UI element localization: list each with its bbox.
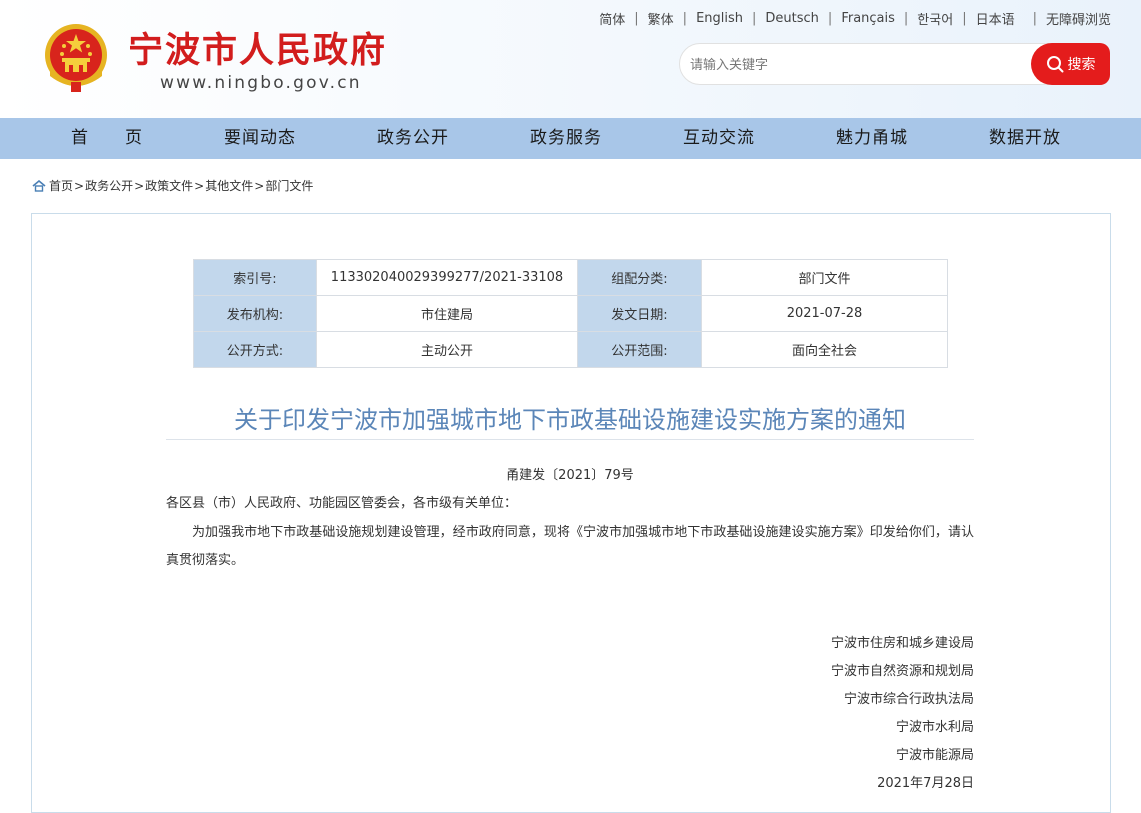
signatory: 宁波市住房和城乡建设局 xyxy=(830,636,974,651)
signatory: 宁波市水利局 xyxy=(895,720,974,735)
meta-key: 索引号: xyxy=(193,259,317,296)
document-number: 甬建发〔2021〕79号 xyxy=(506,468,634,483)
separator: | xyxy=(752,11,757,26)
table-row: 公开方式: 主动公开 公开范围: 面向全社会 xyxy=(193,331,948,368)
separator: | xyxy=(903,11,909,26)
accessibility-link[interactable]: 无障碍浏览 xyxy=(1046,9,1111,28)
separator: | xyxy=(962,11,967,26)
meta-key: 发布机构: xyxy=(193,295,317,332)
lang-german[interactable]: Deutsch xyxy=(765,11,819,26)
search-button-label: 搜索 xyxy=(1067,57,1096,73)
nav-item-open-data[interactable]: 数据开放 xyxy=(960,118,1090,159)
lang-japanese[interactable]: 日本语 xyxy=(976,9,1015,28)
home-icon xyxy=(32,179,46,192)
document-body: 为加强我市地下市政基础设施规划建设管理，经市政府同意，现将《宁波市加强城市地下市… xyxy=(166,525,974,568)
nav-item-gov-affairs[interactable]: 政务公开 xyxy=(348,118,478,159)
breadcrumb: 首页 > 政务公开 > 政策文件 > 其他文件 > 部门文件 xyxy=(32,177,313,194)
document-meta-table: 索引号: 113302040029399277/2021-33108 组配分类:… xyxy=(193,259,948,368)
nav-item-interaction[interactable]: 互动交流 xyxy=(654,118,784,159)
breadcrumb-other-docs[interactable]: 其他文件 xyxy=(205,177,253,194)
meta-value: 主动公开 xyxy=(316,331,578,368)
meta-key: 公开方式: xyxy=(193,331,317,368)
table-row: 索引号: 113302040029399277/2021-33108 组配分类:… xyxy=(193,259,948,296)
nav-item-news[interactable]: 要闻动态 xyxy=(195,118,325,159)
separator: | xyxy=(1032,11,1037,26)
signatory: 宁波市综合行政执法局 xyxy=(843,692,974,707)
search-box: 搜索 xyxy=(679,43,1110,85)
meta-value: 部门文件 xyxy=(701,259,948,296)
nav-item-services[interactable]: 政务服务 xyxy=(501,118,631,159)
separator: | xyxy=(682,11,688,26)
breadcrumb-separator: > xyxy=(254,178,265,193)
breadcrumb-separator: > xyxy=(134,178,145,193)
lang-simplified[interactable]: 简体 xyxy=(599,9,625,28)
separator: | xyxy=(827,11,833,26)
breadcrumb-gov-affairs[interactable]: 政务公开 xyxy=(85,177,133,194)
breadcrumb-dept-docs[interactable]: 部门文件 xyxy=(265,177,313,194)
meta-key: 组配分类: xyxy=(577,259,702,296)
meta-key: 公开范围: xyxy=(577,331,702,368)
meta-value: 市住建局 xyxy=(316,295,578,332)
signatory: 宁波市自然资源和规划局 xyxy=(830,664,974,679)
search-icon xyxy=(1046,56,1063,73)
national-emblem-icon xyxy=(45,24,107,92)
main-nav: 首 页 要闻动态 政务公开 政务服务 互动交流 魅力甬城 数据开放 xyxy=(0,118,1141,159)
language-bar: 简体 | 繁体 | English | Deutsch | Français |… xyxy=(599,9,1111,28)
meta-value: 面向全社会 xyxy=(701,331,948,368)
breadcrumb-policy-docs[interactable]: 政策文件 xyxy=(145,177,193,194)
site-url[interactable]: www.ningbo.gov.cn xyxy=(160,73,362,93)
nav-item-home[interactable]: 首 页 xyxy=(42,118,172,159)
lang-korean[interactable]: 한국어 xyxy=(917,9,953,28)
lang-traditional[interactable]: 繁体 xyxy=(648,9,674,28)
lang-english[interactable]: English xyxy=(696,11,743,26)
document-date: 2021年7月28日 xyxy=(877,776,974,791)
search-input[interactable] xyxy=(688,53,1022,77)
site-header: 宁波市人民政府 www.ningbo.gov.cn 简体 | 繁体 | Engl… xyxy=(0,0,1141,118)
nav-item-city[interactable]: 魅力甬城 xyxy=(807,118,937,159)
document-addressee: 各区县（市）人民政府、功能园区管委会，各市级有关单位： xyxy=(166,496,518,511)
breadcrumb-home[interactable]: 首页 xyxy=(49,177,73,194)
separator: | xyxy=(634,11,639,26)
meta-value: 2021-07-28 xyxy=(701,295,948,332)
document-title: 关于印发宁波市加强城市地下市政基础设施建设实施方案的通知 xyxy=(234,406,906,434)
signatory: 宁波市能源局 xyxy=(895,748,974,763)
meta-key: 发文日期: xyxy=(577,295,702,332)
lang-french[interactable]: Français xyxy=(841,11,895,26)
search-button[interactable]: 搜索 xyxy=(1031,43,1110,85)
breadcrumb-separator: > xyxy=(194,178,205,193)
title-divider xyxy=(166,439,974,440)
breadcrumb-separator: > xyxy=(74,178,85,193)
table-row: 发布机构: 市住建局 发文日期: 2021-07-28 xyxy=(193,295,948,332)
meta-value: 113302040029399277/2021-33108 xyxy=(316,259,578,296)
site-name[interactable]: 宁波市人民政府 xyxy=(128,22,387,73)
